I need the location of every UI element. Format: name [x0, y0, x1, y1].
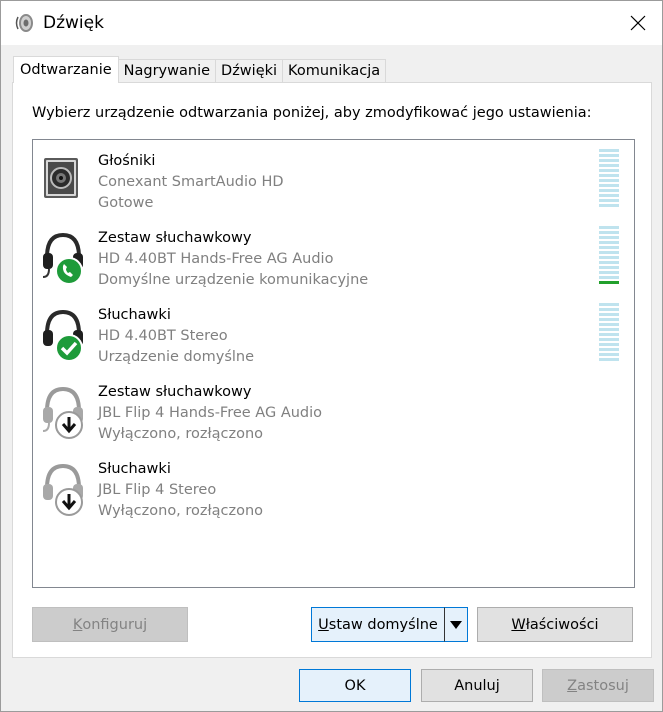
- playback-panel: Wybierz urządzenie odtwarzania poniżej, …: [12, 82, 652, 658]
- device-status: Wyłączono, rozłączono: [98, 503, 264, 519]
- device-driver: JBL Flip 4 Hands-Free AG Audio: [98, 405, 323, 421]
- device-name: Głośniki: [98, 153, 156, 169]
- device-driver: HD 4.40BT Stereo: [98, 328, 228, 344]
- tab-sounds[interactable]: Dźwięki: [215, 59, 284, 83]
- cancel-button[interactable]: Anuluj: [421, 669, 533, 702]
- set-default-label: staw domyślne: [328, 616, 438, 633]
- device-item[interactable]: Zestaw słuchawkowy HD 4.40BT Hands-Free …: [33, 217, 634, 294]
- speaker-title-icon: [15, 12, 35, 34]
- close-button[interactable]: [614, 1, 662, 45]
- properties-label: łaściwości: [525, 616, 599, 633]
- speaker-icon: [41, 152, 89, 208]
- close-icon: [630, 15, 646, 31]
- device-status: Urządzenie domyślne: [98, 349, 255, 365]
- device-name: Słuchawki: [98, 461, 171, 477]
- set-default-accel: U: [318, 616, 329, 633]
- title-bar[interactable]: Dźwięk: [1, 1, 662, 45]
- tab-recording[interactable]: Nagrywanie: [117, 59, 217, 83]
- properties-button[interactable]: Właściwości: [477, 607, 633, 642]
- headphones-check-icon: [41, 306, 89, 362]
- device-driver: Conexant SmartAudio HD: [98, 174, 284, 190]
- tab-strip: Odtwarzanie Nagrywanie Dźwięki Komunikac…: [13, 56, 387, 83]
- ok-button[interactable]: OK: [299, 669, 411, 702]
- device-name: Zestaw słuchawkowy: [98, 230, 252, 246]
- device-item[interactable]: Słuchawki JBL Flip 4 Stereo Wyłączono, r…: [33, 448, 634, 525]
- volume-meter: [599, 226, 619, 287]
- device-driver: JBL Flip 4 Stereo: [98, 482, 217, 498]
- volume-meter: [599, 303, 619, 364]
- properties-accel: W: [511, 616, 526, 633]
- tab-communications[interactable]: Komunikacja: [282, 59, 387, 83]
- volume-meter: [599, 149, 619, 210]
- set-default-dropdown[interactable]: [444, 607, 468, 642]
- configure-label: onfiguruj: [82, 616, 148, 633]
- headphones-disconnected-icon: [41, 460, 89, 516]
- sound-dialog: Dźwięk Odtwarzanie Nagrywanie Dźwięki Ko…: [0, 0, 663, 712]
- device-item[interactable]: Głośniki Conexant SmartAudio HD Gotowe: [33, 140, 634, 217]
- configure-accel: K: [72, 616, 83, 633]
- dropdown-arrow-icon: [450, 620, 462, 629]
- set-default-button[interactable]: Ustaw domyślne: [311, 607, 444, 642]
- device-name: Słuchawki: [98, 307, 171, 323]
- headset-disconnected-icon: [41, 383, 89, 439]
- device-item[interactable]: Zestaw słuchawkowy JBL Flip 4 Hands-Free…: [33, 371, 634, 448]
- configure-button[interactable]: Konfiguruj: [32, 607, 188, 642]
- apply-label: astosuj: [577, 677, 629, 694]
- apply-button[interactable]: Zastosuj: [542, 669, 654, 702]
- device-item[interactable]: Słuchawki HD 4.40BT Stereo Urządzenie do…: [33, 294, 634, 371]
- instruction-text: Wybierz urządzenie odtwarzania poniżej, …: [32, 105, 592, 121]
- device-status: Domyślne urządzenie komunikacyjne: [98, 272, 369, 288]
- tab-playback[interactable]: Odtwarzanie: [13, 56, 119, 83]
- device-status: Gotowe: [98, 195, 154, 211]
- device-name: Zestaw słuchawkowy: [98, 384, 252, 400]
- headset-phone-icon: [41, 229, 89, 285]
- device-driver: HD 4.40BT Hands-Free AG Audio: [98, 251, 334, 267]
- device-list[interactable]: Głośniki Conexant SmartAudio HD Gotowe Z…: [32, 139, 635, 588]
- apply-accel: Z: [567, 677, 578, 694]
- device-status: Wyłączono, rozłączono: [98, 426, 264, 442]
- window-title: Dźwięk: [43, 13, 104, 33]
